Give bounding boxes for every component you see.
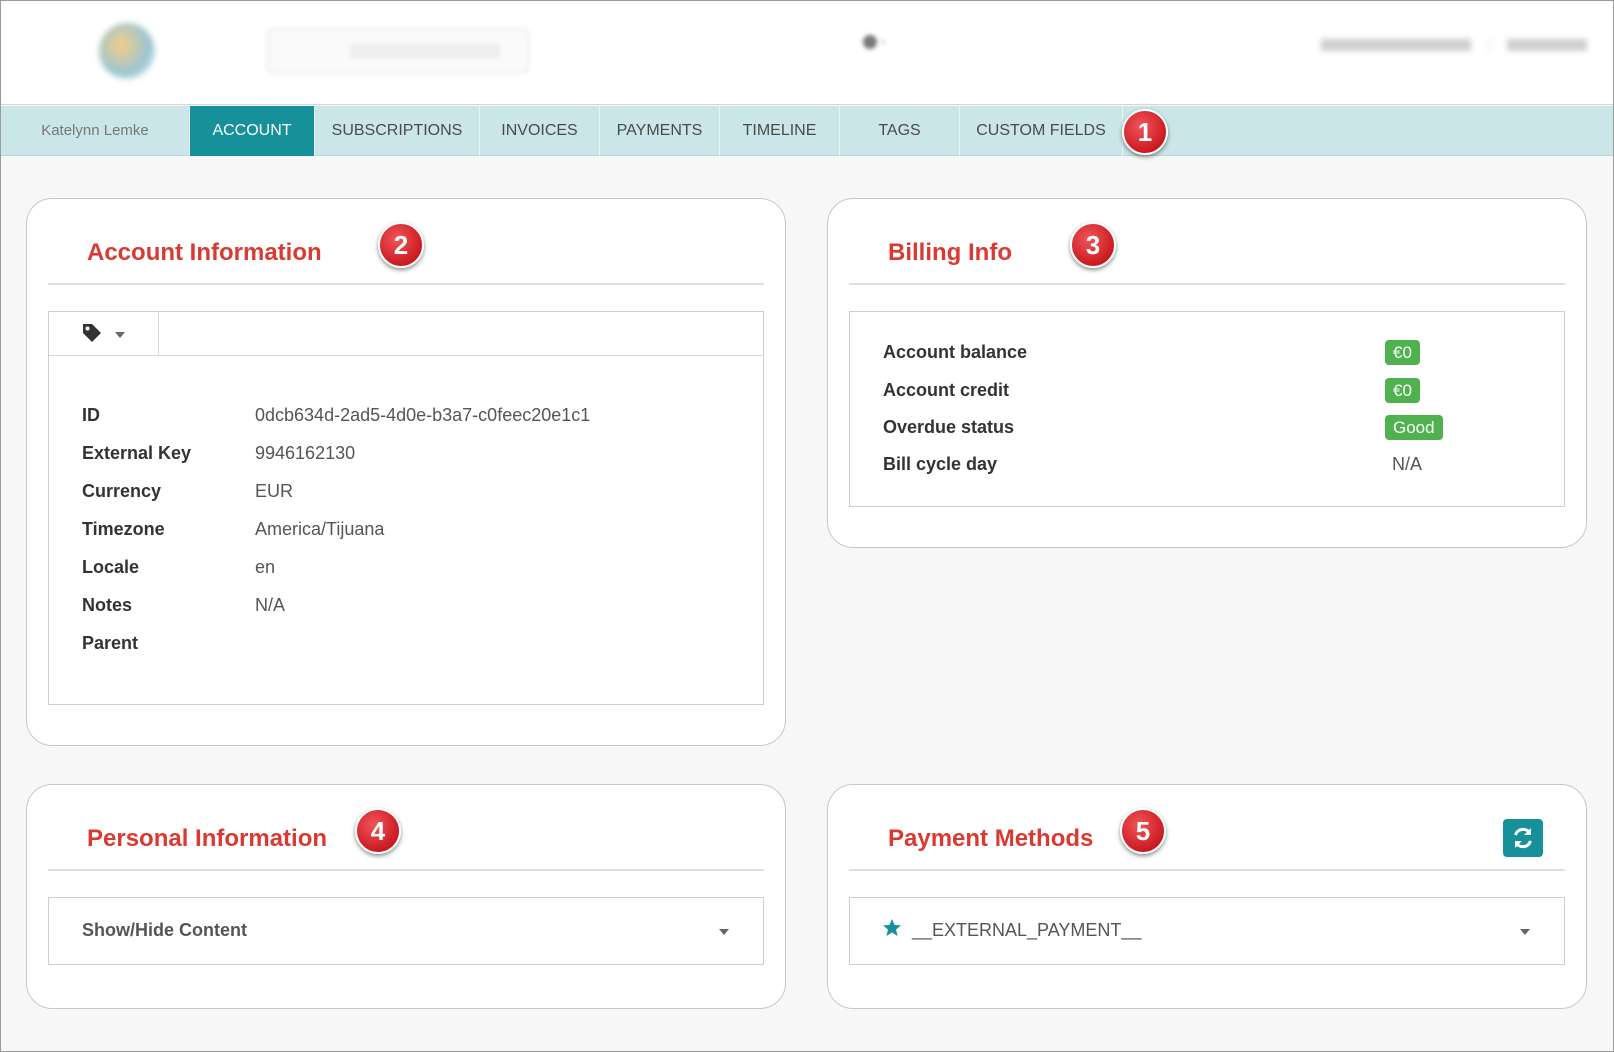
field-value: 9946162130	[255, 443, 356, 463]
search-input-field	[350, 44, 500, 58]
show-hide-toggle[interactable]: Show/Hide Content	[48, 897, 764, 965]
card-title: Account Information	[87, 239, 322, 266]
field-value: America/Tijuana	[255, 519, 385, 539]
search-input[interactable]	[267, 29, 529, 73]
field-value: en	[255, 557, 276, 577]
user-menu[interactable]	[1321, 35, 1591, 55]
billing-row-bill-cycle-day: Bill cycle day N/A	[883, 452, 1523, 478]
tab-account[interactable]: ACCOUNT	[190, 106, 315, 156]
toggle-label: Show/Hide Content	[82, 920, 247, 940]
status-badge: €0	[1385, 378, 1420, 403]
payment-method-item[interactable]: __EXTERNAL_PAYMENT__	[849, 897, 1565, 965]
tag-icon	[83, 324, 101, 342]
field-label: ID	[82, 405, 100, 425]
card-divider	[849, 869, 1565, 871]
step-badge-1: 1	[1122, 109, 1168, 155]
billing-label: Account balance	[883, 342, 1028, 362]
chevron-down-icon	[115, 332, 125, 338]
step-badge-5: 5	[1120, 808, 1166, 854]
billing-row-account-credit: Account credit €0	[883, 378, 1523, 404]
card-divider	[849, 283, 1565, 285]
billing-info-card: Billing Info Account balance €0 Account …	[827, 198, 1587, 548]
card-divider	[48, 869, 764, 871]
billing-label: Account credit	[883, 380, 1010, 400]
card-title: Personal Information	[87, 825, 328, 852]
top-header	[1, 1, 1613, 105]
chevron-down-icon	[1520, 929, 1530, 935]
tab-custom-fields[interactable]: CUSTOM FIELDS	[960, 106, 1123, 156]
billing-label: Overdue status	[883, 417, 1015, 437]
tab-payments[interactable]: PAYMENTS	[600, 106, 720, 156]
tab-account-name[interactable]: Katelynn Lemke	[1, 106, 190, 156]
billing-details-box: Account balance €0 Account credit €0 Ove…	[849, 311, 1565, 507]
settings-icon[interactable]	[859, 31, 889, 55]
logo-globe-icon	[99, 23, 155, 79]
field-label: Notes	[82, 595, 133, 615]
payment-methods-card: Payment Methods __EXTERNAL_PAYMENT__	[827, 784, 1587, 1009]
field-label: Parent	[82, 633, 139, 653]
status-badge: €0	[1385, 340, 1420, 365]
account-tab-bar: Katelynn Lemke ACCOUNT SUBSCRIPTIONS INV…	[1, 106, 1613, 156]
app-logo[interactable]	[21, 23, 221, 79]
tab-tags[interactable]: TAGS	[840, 106, 960, 156]
billing-label: Bill cycle day	[883, 454, 998, 474]
billing-row-account-balance: Account balance €0	[883, 340, 1523, 366]
tab-subscriptions[interactable]: SUBSCRIPTIONS	[315, 106, 480, 156]
field-label: Timezone	[82, 519, 165, 539]
step-badge-2: 2	[378, 222, 424, 268]
status-badge: Good	[1385, 415, 1443, 440]
field-label: External Key	[82, 443, 192, 463]
tab-timeline[interactable]: TIMELINE	[720, 106, 840, 156]
field-value: N/A	[255, 595, 286, 615]
field-label: Locale	[82, 557, 140, 577]
account-toolbar	[49, 312, 763, 356]
divider	[1489, 37, 1490, 53]
card-title: Billing Info	[888, 239, 1012, 266]
account-information-card: Account Information ID 0dcb634d-2ad5-4d0…	[26, 198, 786, 746]
billing-value: N/A	[1392, 454, 1423, 474]
step-badge-3: 3	[1070, 222, 1116, 268]
step-badge-4: 4	[355, 808, 401, 854]
field-value: EUR	[255, 481, 294, 501]
payment-method-name: __EXTERNAL_PAYMENT__	[912, 920, 1142, 940]
billing-row-overdue-status: Overdue status Good	[883, 415, 1523, 441]
sign-out-placeholder	[1507, 39, 1587, 51]
account-details-box: ID 0dcb634d-2ad5-4d0e-b3a7-c0feec20e1c1 …	[48, 311, 764, 705]
user-email-placeholder	[1321, 39, 1471, 51]
field-label: Currency	[82, 481, 162, 501]
chevron-down-icon	[719, 929, 729, 935]
card-divider	[48, 283, 764, 285]
star-icon	[883, 919, 901, 936]
tab-invoices[interactable]: INVOICES	[480, 106, 600, 156]
refresh-payment-methods-button[interactable]	[1503, 819, 1543, 857]
card-title: Payment Methods	[888, 825, 1094, 852]
field-value: 0dcb634d-2ad5-4d0e-b3a7-c0feec20e1c1	[255, 405, 591, 425]
personal-information-card: Personal Information Show/Hide Content	[26, 784, 786, 1009]
tag-dropdown-button[interactable]	[49, 312, 159, 356]
refresh-icon	[1514, 827, 1532, 849]
